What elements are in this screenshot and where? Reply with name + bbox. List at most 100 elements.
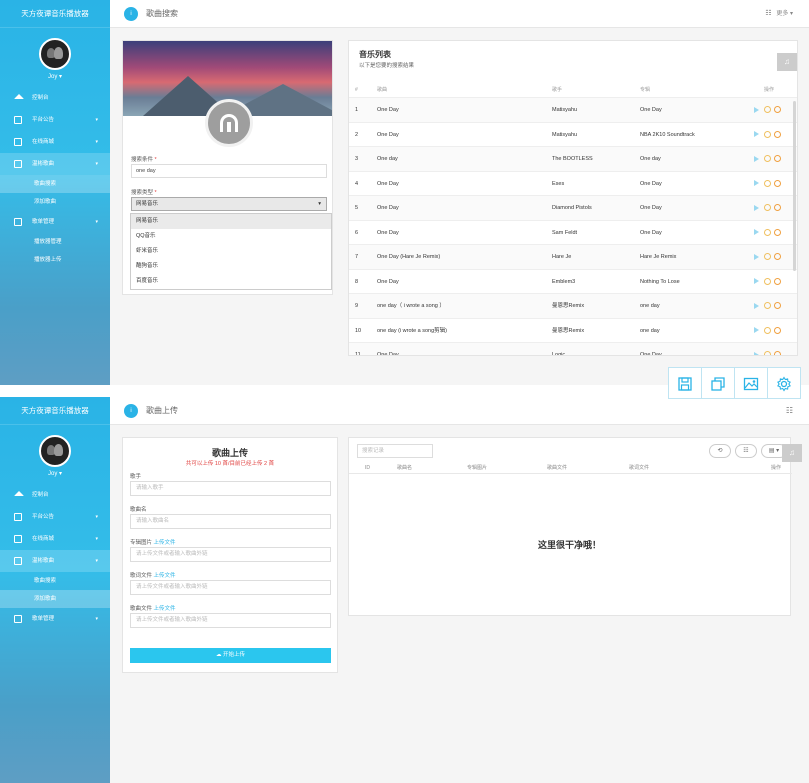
more-menu[interactable]: ☷ 更多 ▾: [765, 0, 793, 28]
sidebar-item-console[interactable]: 控制台: [0, 484, 110, 506]
cover-input[interactable]: 请上传文件或者输入歌曲外链: [130, 547, 331, 562]
play-icon[interactable]: [754, 106, 759, 113]
sidebar-item-notice[interactable]: 平台公告 ▾: [0, 506, 110, 528]
table-row[interactable]: 8 One Day Emblem3 Nothing To Lose: [349, 268, 797, 294]
copy-button[interactable]: [702, 368, 735, 398]
table-row[interactable]: 2 One Day Matisyahu NBA 2K10 Soundtrack: [349, 121, 797, 147]
lyrics-input[interactable]: 请上传文件或者输入歌曲外链: [130, 580, 331, 595]
type-select[interactable]: 网易音乐 ▾: [131, 197, 327, 211]
download-icon[interactable]: [774, 106, 781, 114]
type-dropdown[interactable]: 网易音乐 QQ音乐 虾米音乐 酷狗音乐 百度音乐: [130, 213, 332, 290]
cell-album: One day: [640, 156, 661, 162]
sidebar-item-shop[interactable]: 在线商城 ▾: [0, 131, 110, 153]
user-menu[interactable]: Joy ▾: [0, 470, 110, 484]
records-search-input[interactable]: 搜索记录: [357, 444, 433, 458]
play-icon[interactable]: [754, 155, 759, 162]
sidebar-item-console[interactable]: 控制台: [0, 87, 110, 109]
dropdown-option[interactable]: 虾米音乐: [131, 244, 331, 259]
dropdown-option[interactable]: QQ音乐: [131, 229, 331, 244]
add-icon[interactable]: [764, 179, 771, 187]
song-name-input[interactable]: 请输入歌曲名: [130, 514, 331, 529]
table-row[interactable]: 7 One Day (Hare Je Remix) Hare Je Hare Je R…: [349, 244, 797, 269]
download-icon[interactable]: [774, 228, 781, 236]
artist-input[interactable]: 请输入歌手: [130, 481, 331, 496]
keyword-input[interactable]: one day: [131, 164, 327, 178]
sidebar-item-notice[interactable]: 平台公告 ▾: [0, 109, 110, 131]
sidebar-subitem-player-manage[interactable]: 播放器管理: [0, 233, 110, 251]
download-icon[interactable]: [774, 326, 781, 334]
play-icon[interactable]: [754, 327, 759, 334]
add-icon[interactable]: [764, 277, 771, 285]
avatar[interactable]: [39, 435, 71, 467]
save-button[interactable]: [669, 368, 702, 398]
sidebar-subitem-add[interactable]: 添加歌曲: [0, 193, 110, 211]
sidebar-item-songs[interactable]: 温彬歌曲 ▾: [0, 153, 110, 175]
sidebar-subitem-player-upload[interactable]: 播放器上传: [0, 251, 110, 269]
play-icon[interactable]: [754, 229, 759, 236]
dropdown-option[interactable]: 百度音乐: [131, 274, 331, 289]
image-button[interactable]: [735, 368, 768, 398]
play-icon[interactable]: [754, 278, 759, 285]
download-icon[interactable]: [774, 130, 781, 138]
sidebar-item-songs[interactable]: 温彬歌曲 ▾: [0, 550, 110, 572]
sidebar-subitem-search[interactable]: 歌曲搜索: [0, 175, 110, 193]
song-file-input[interactable]: 请上传文件或者输入歌曲外链: [130, 613, 331, 628]
dropdown-option[interactable]: 酷狗音乐: [131, 259, 331, 274]
download-icon[interactable]: [774, 302, 781, 310]
start-upload-button[interactable]: ☁ 开始上传: [130, 648, 331, 663]
play-icon[interactable]: [754, 180, 759, 187]
upload-file-link[interactable]: 上传文件: [154, 606, 176, 612]
user-menu[interactable]: Joy ▾: [0, 73, 110, 87]
music-note-icon[interactable]: ♫: [777, 53, 797, 71]
add-icon[interactable]: [764, 155, 771, 163]
play-icon[interactable]: [754, 302, 759, 309]
add-icon[interactable]: [764, 228, 771, 236]
add-icon[interactable]: [764, 302, 771, 310]
download-icon[interactable]: [774, 277, 781, 285]
cell-artist: Sam Feldt: [552, 229, 578, 236]
add-icon[interactable]: [764, 351, 771, 355]
row-actions: [754, 221, 784, 245]
sidebar-item-playlist[interactable]: 歌单管理 ▾: [0, 608, 110, 630]
table-row[interactable]: 4 One Day Eses One Day: [349, 170, 797, 196]
download-icon[interactable]: [774, 179, 781, 187]
download-icon[interactable]: [774, 253, 781, 261]
dropdown-option[interactable]: 网易音乐: [131, 214, 331, 229]
avatar[interactable]: [39, 38, 71, 70]
upload-file-link[interactable]: 上传文件: [154, 573, 176, 579]
cover-label: 专辑图片 上传文件: [130, 540, 176, 546]
add-icon[interactable]: [764, 204, 771, 212]
sidebar-subitem-add[interactable]: 添加歌曲: [0, 590, 110, 608]
add-icon[interactable]: [764, 130, 771, 138]
add-icon[interactable]: [764, 253, 771, 261]
play-icon[interactable]: [754, 253, 759, 260]
play-icon[interactable]: [754, 351, 759, 355]
download-icon[interactable]: [774, 351, 781, 355]
add-icon[interactable]: [764, 326, 771, 334]
table-row[interactable]: 9 one day（ i wrote a song ） 曼恩思Remix one da…: [349, 293, 797, 318]
table-row[interactable]: 1 One Day Matisyahu One Day: [349, 97, 797, 122]
table-row[interactable]: 11 One Day Logic One Day: [349, 342, 797, 355]
play-icon[interactable]: [754, 131, 759, 138]
upload-file-link[interactable]: 上传文件: [154, 540, 176, 546]
table-row[interactable]: 10 one day (i wrote a song剪辑) 曼恩思Remix one …: [349, 317, 797, 343]
music-note-icon[interactable]: ♫: [782, 444, 802, 462]
grid-icon[interactable]: ☷: [786, 397, 793, 425]
top-header: i 歌曲上传 ☷: [110, 397, 809, 425]
table-row[interactable]: 6 One Day Sam Feldt One Day: [349, 219, 797, 245]
shop-icon: [14, 535, 22, 543]
scrollbar[interactable]: [793, 101, 796, 271]
home-icon: [14, 94, 24, 99]
list-view-button[interactable]: ☷: [735, 444, 757, 458]
add-icon[interactable]: [764, 106, 771, 114]
sidebar-item-shop[interactable]: 在线商城 ▾: [0, 528, 110, 550]
sidebar-item-playlist[interactable]: 歌单管理 ▾: [0, 211, 110, 233]
settings-button[interactable]: [768, 368, 800, 398]
download-icon[interactable]: [774, 204, 781, 212]
play-icon[interactable]: [754, 204, 759, 211]
table-row[interactable]: 5 One Day Diamond Pistols One Day: [349, 195, 797, 220]
table-row[interactable]: 3 One day The BOOTLESS One day: [349, 146, 797, 171]
sidebar-subitem-search[interactable]: 歌曲搜索: [0, 572, 110, 590]
refresh-button[interactable]: ⟲: [709, 444, 731, 458]
download-icon[interactable]: [774, 155, 781, 163]
